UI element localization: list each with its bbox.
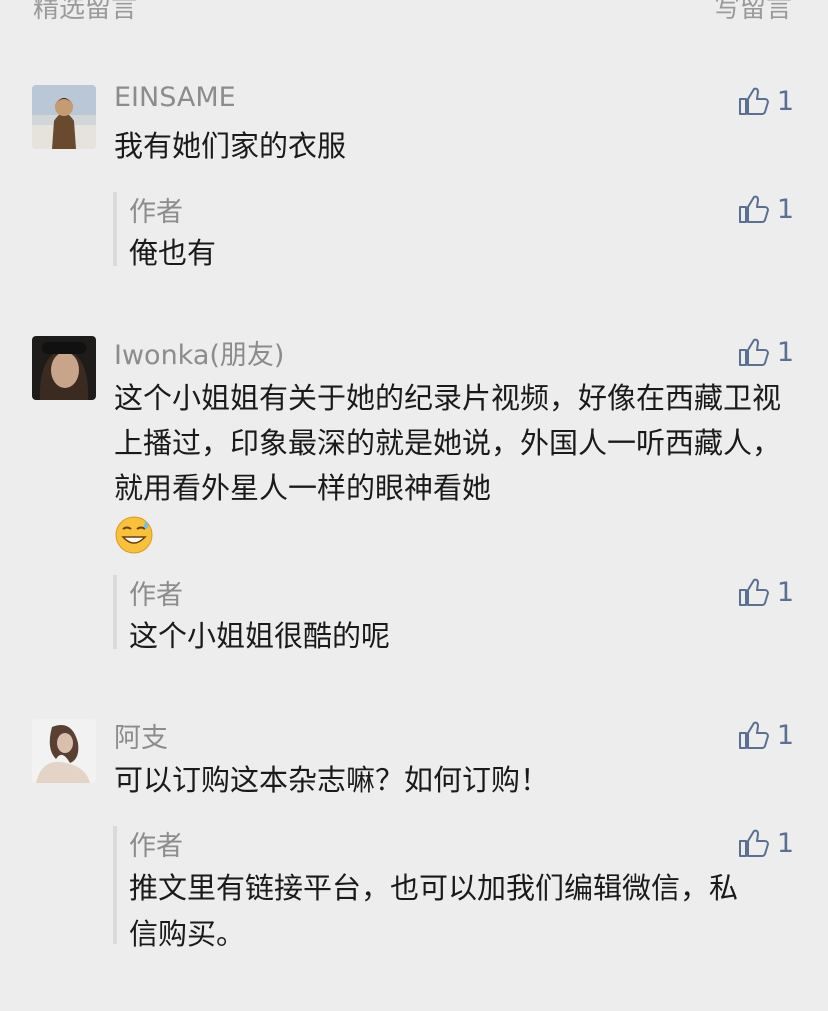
comment-nickname: EINSAME [114, 82, 236, 113]
write-comment-button[interactable]: 写留言 [714, 0, 792, 25]
reply-author: 作者 [129, 197, 183, 228]
reply-text: 俺也有 [129, 236, 217, 270]
like-count: 1 [776, 85, 794, 117]
reply-like-button[interactable]: 1 [737, 192, 794, 226]
reply-text: 推文里有链接平台，也可以加我们编辑微信，私信购买。 [129, 871, 739, 951]
sweat-smile-emoji-icon [115, 516, 153, 554]
thumbs-up-icon [738, 87, 769, 115]
reply-divider [113, 826, 117, 944]
featured-comments-label: 精选留言 [33, 0, 138, 24]
thumbs-up-icon [738, 829, 769, 857]
reply-divider [113, 575, 117, 649]
thumbs-up-icon [738, 578, 769, 606]
avatar[interactable] [32, 719, 96, 783]
comment-nickname: Iwonka(朋友) [114, 340, 285, 371]
comment-nickname: 阿支 [114, 723, 168, 754]
like-button[interactable]: 1 [737, 84, 794, 118]
like-count: 1 [776, 193, 794, 225]
like-count: 1 [776, 336, 794, 368]
comments-header: 精选留言 写留言 [0, 0, 828, 28]
like-button[interactable]: 1 [737, 718, 794, 752]
reply-author: 作者 [129, 831, 183, 862]
like-count: 1 [776, 827, 794, 859]
thumbs-up-icon [738, 338, 769, 366]
avatar[interactable] [32, 85, 96, 149]
comment-text-body: 这个小姐姐有关于她的纪录片视频，好像在西藏卫视上播过，印象最深的就是她说，外国人… [114, 381, 782, 505]
like-count: 1 [776, 576, 794, 608]
reply-author: 作者 [129, 580, 183, 611]
avatar[interactable] [32, 336, 96, 400]
thumbs-up-icon [738, 195, 769, 223]
like-button[interactable]: 1 [737, 335, 794, 369]
reply-text: 这个小姐姐很酷的呢 [129, 619, 391, 653]
like-count: 1 [776, 719, 794, 751]
reply-like-button[interactable]: 1 [737, 826, 794, 860]
thumbs-up-icon [738, 721, 769, 749]
comment-text: 可以订购这本杂志嘛？如何订购！ [114, 763, 550, 797]
reply-like-button[interactable]: 1 [737, 575, 794, 609]
comment-text: 这个小姐姐有关于她的纪录片视频，好像在西藏卫视上播过，印象最深的就是她说，外国人… [114, 376, 794, 556]
comment-text: 我有她们家的衣服 [114, 129, 347, 163]
reply-divider [113, 192, 117, 266]
